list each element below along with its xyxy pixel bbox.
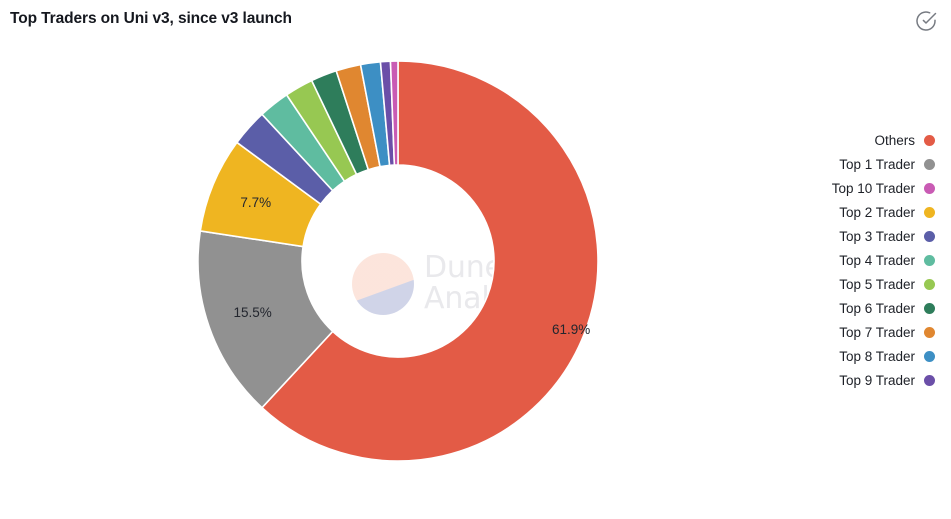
- legend-item[interactable]: Top 8 Trader: [755, 344, 935, 368]
- legend-item[interactable]: Top 7 Trader: [755, 320, 935, 344]
- slice-value-label: 61.9%: [552, 322, 590, 337]
- legend-item[interactable]: Top 6 Trader: [755, 296, 935, 320]
- legend-color-swatch: [924, 278, 935, 290]
- chart-legend: Others Top 1 Trader Top 10 Trader Top 2 Tra…: [755, 128, 935, 392]
- legend-color-swatch: [924, 134, 935, 146]
- legend-color-swatch: [924, 158, 935, 170]
- slice-value-label: 15.5%: [233, 305, 271, 320]
- legend-item[interactable]: Others: [755, 128, 935, 152]
- legend-color-swatch: [924, 206, 935, 218]
- legend-item-label: Top 3 Trader: [839, 228, 915, 244]
- legend-item-label: Top 10 Trader: [831, 180, 915, 196]
- page-title: Top Traders on Uni v3, since v3 launch: [10, 10, 292, 27]
- legend-item[interactable]: Top 2 Trader: [755, 200, 935, 224]
- legend-item-label: Top 6 Trader: [839, 300, 915, 316]
- legend-item[interactable]: Top 1 Trader: [755, 152, 935, 176]
- legend-item-label: Top 5 Trader: [839, 276, 915, 292]
- chart-header: Top Traders on Uni v3, since v3 launch: [0, 0, 951, 42]
- legend-item-label: Top 1 Trader: [839, 156, 915, 172]
- donut-svg: 61.9% 15.5% 7.7%: [197, 60, 599, 462]
- legend-item[interactable]: Top 3 Trader: [755, 224, 935, 248]
- legend-item-label: Others: [874, 132, 915, 148]
- legend-color-swatch: [924, 254, 935, 266]
- legend-color-swatch: [924, 326, 935, 338]
- legend-item-label: Top 2 Trader: [839, 204, 915, 220]
- legend-item[interactable]: Top 9 Trader: [755, 368, 935, 392]
- legend-color-swatch: [924, 302, 935, 314]
- legend-color-swatch: [924, 182, 935, 194]
- legend-item-label: Top 9 Trader: [839, 372, 915, 388]
- legend-color-swatch: [924, 230, 935, 242]
- legend-color-swatch: [924, 374, 935, 386]
- legend-item-label: Top 7 Trader: [839, 324, 915, 340]
- chart-plot-area: Dune Analytics 61.9%15.5%7.7%: [0, 42, 790, 519]
- legend-item[interactable]: Top 4 Trader: [755, 248, 935, 272]
- legend-item[interactable]: Top 10 Trader: [755, 176, 935, 200]
- legend-item-label: Top 8 Trader: [839, 348, 915, 364]
- legend-item-label: Top 4 Trader: [839, 252, 915, 268]
- legend-item[interactable]: Top 5 Trader: [755, 272, 935, 296]
- check-circle-icon[interactable]: [914, 9, 938, 33]
- slice-value-label: 7.7%: [240, 195, 271, 210]
- legend-color-swatch: [924, 350, 935, 362]
- donut-chart: 61.9% 15.5% 7.7%: [197, 60, 599, 462]
- chart-panel: Top Traders on Uni v3, since v3 launch D…: [0, 0, 951, 519]
